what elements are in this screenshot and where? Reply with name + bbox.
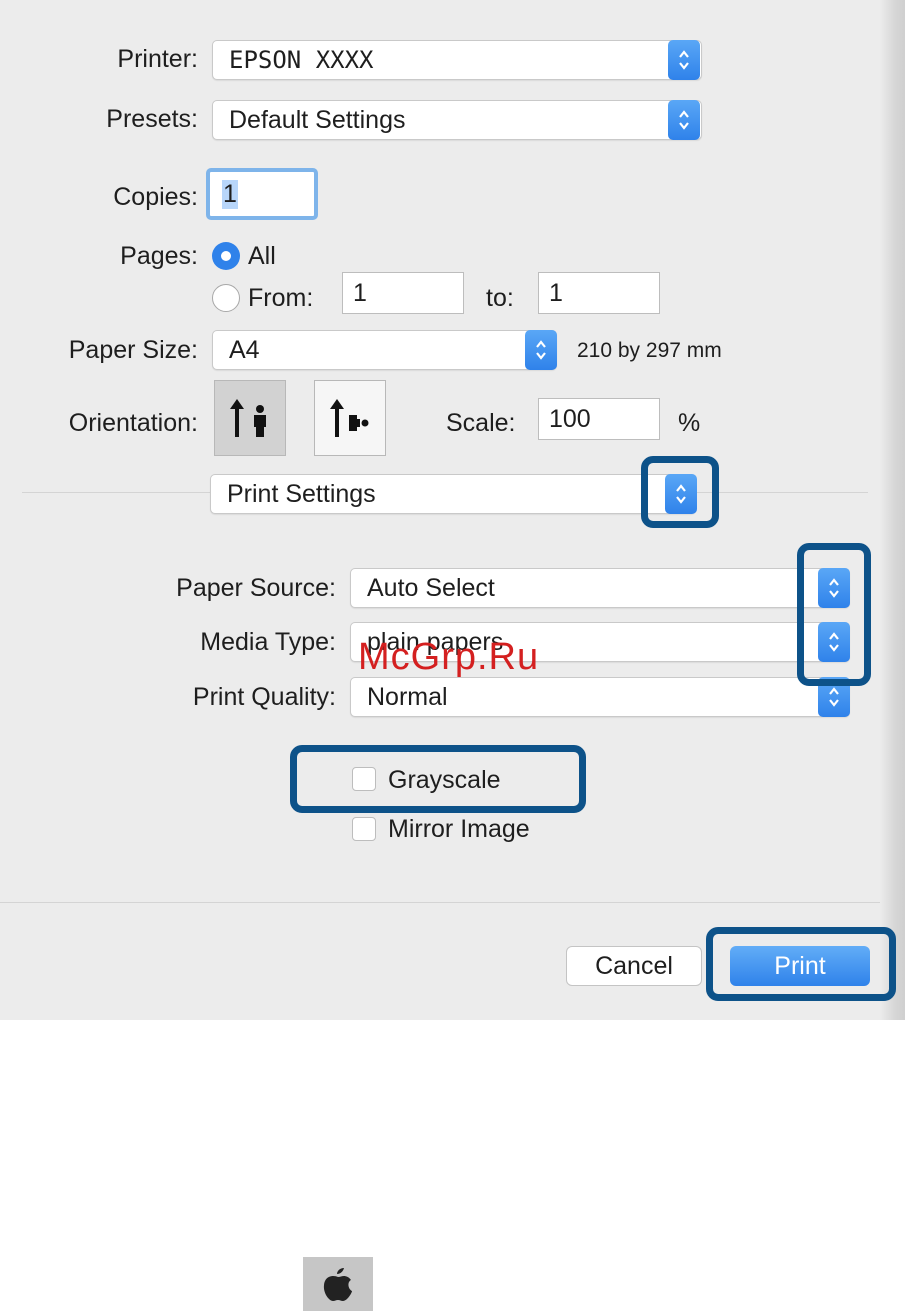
presets-value: Default Settings [229, 105, 406, 134]
copies-label: Copies: [113, 183, 198, 211]
media-type-label: Media Type: [200, 628, 336, 656]
pages-to-label: to: [486, 284, 514, 312]
pages-to-value: 1 [549, 278, 563, 307]
window-edge [880, 0, 905, 1020]
printer-popup[interactable]: EPSON XXXX [212, 40, 702, 80]
scale-value: 100 [549, 404, 591, 433]
cancel-button[interactable]: Cancel [566, 946, 702, 986]
print-quality-popup[interactable]: Normal [350, 677, 850, 717]
panel-popup[interactable]: Print Settings [210, 474, 696, 514]
orientation-portrait-button[interactable] [214, 380, 286, 456]
paper-size-stepper-icon[interactable] [525, 330, 557, 370]
presets-popup[interactable]: Default Settings [212, 100, 702, 140]
copies-value: 1 [222, 179, 238, 209]
scale-label: Scale: [446, 409, 516, 437]
print-quality-value: Normal [367, 682, 448, 711]
paper-source-label: Paper Source: [176, 574, 336, 602]
apple-logo-icon [303, 1257, 373, 1311]
orientation-label: Orientation: [68, 409, 198, 437]
paper-size-dimensions: 210 by 297 mm [577, 339, 722, 362]
orientation-landscape-button[interactable] [314, 380, 386, 456]
mirror-image-checkbox[interactable] [352, 817, 376, 841]
printer-stepper-icon[interactable] [668, 40, 700, 80]
paper-source-value: Auto Select [367, 573, 495, 602]
panel-value: Print Settings [227, 479, 376, 508]
pages-from-value: 1 [353, 278, 367, 307]
scale-input[interactable]: 100 [538, 398, 660, 440]
scale-unit: % [678, 409, 701, 437]
printer-label: Printer: [117, 45, 198, 73]
paper-size-label: Paper Size: [68, 336, 198, 364]
pages-all-radio[interactable] [212, 242, 240, 270]
landscape-icon [330, 399, 369, 437]
printer-value: EPSON XXXX [229, 46, 374, 74]
highlight-panel-stepper [641, 456, 719, 528]
pages-label: Pages: [120, 242, 198, 270]
portrait-icon [230, 399, 266, 437]
pages-from-radio[interactable] [212, 284, 240, 312]
pages-all-label: All [248, 242, 276, 270]
print-quality-label: Print Quality: [192, 683, 336, 711]
watermark: McGrp.Ru [358, 636, 540, 678]
paper-size-value: A4 [229, 335, 260, 364]
separator-bottom [0, 902, 880, 903]
presets-label: Presets: [106, 105, 198, 133]
presets-stepper-icon[interactable] [668, 100, 700, 140]
pages-from-label: From: [248, 284, 314, 312]
pages-to-input[interactable]: 1 [538, 272, 660, 314]
highlight-grayscale [290, 745, 586, 813]
highlight-source-media-steppers [797, 543, 871, 686]
copies-input[interactable]: 1 [206, 168, 318, 220]
paper-source-popup[interactable]: Auto Select [350, 568, 850, 608]
highlight-print-button [706, 927, 896, 1001]
paper-size-popup[interactable]: A4 [212, 330, 557, 370]
pages-from-input[interactable]: 1 [342, 272, 464, 314]
mirror-image-label: Mirror Image [388, 815, 530, 843]
